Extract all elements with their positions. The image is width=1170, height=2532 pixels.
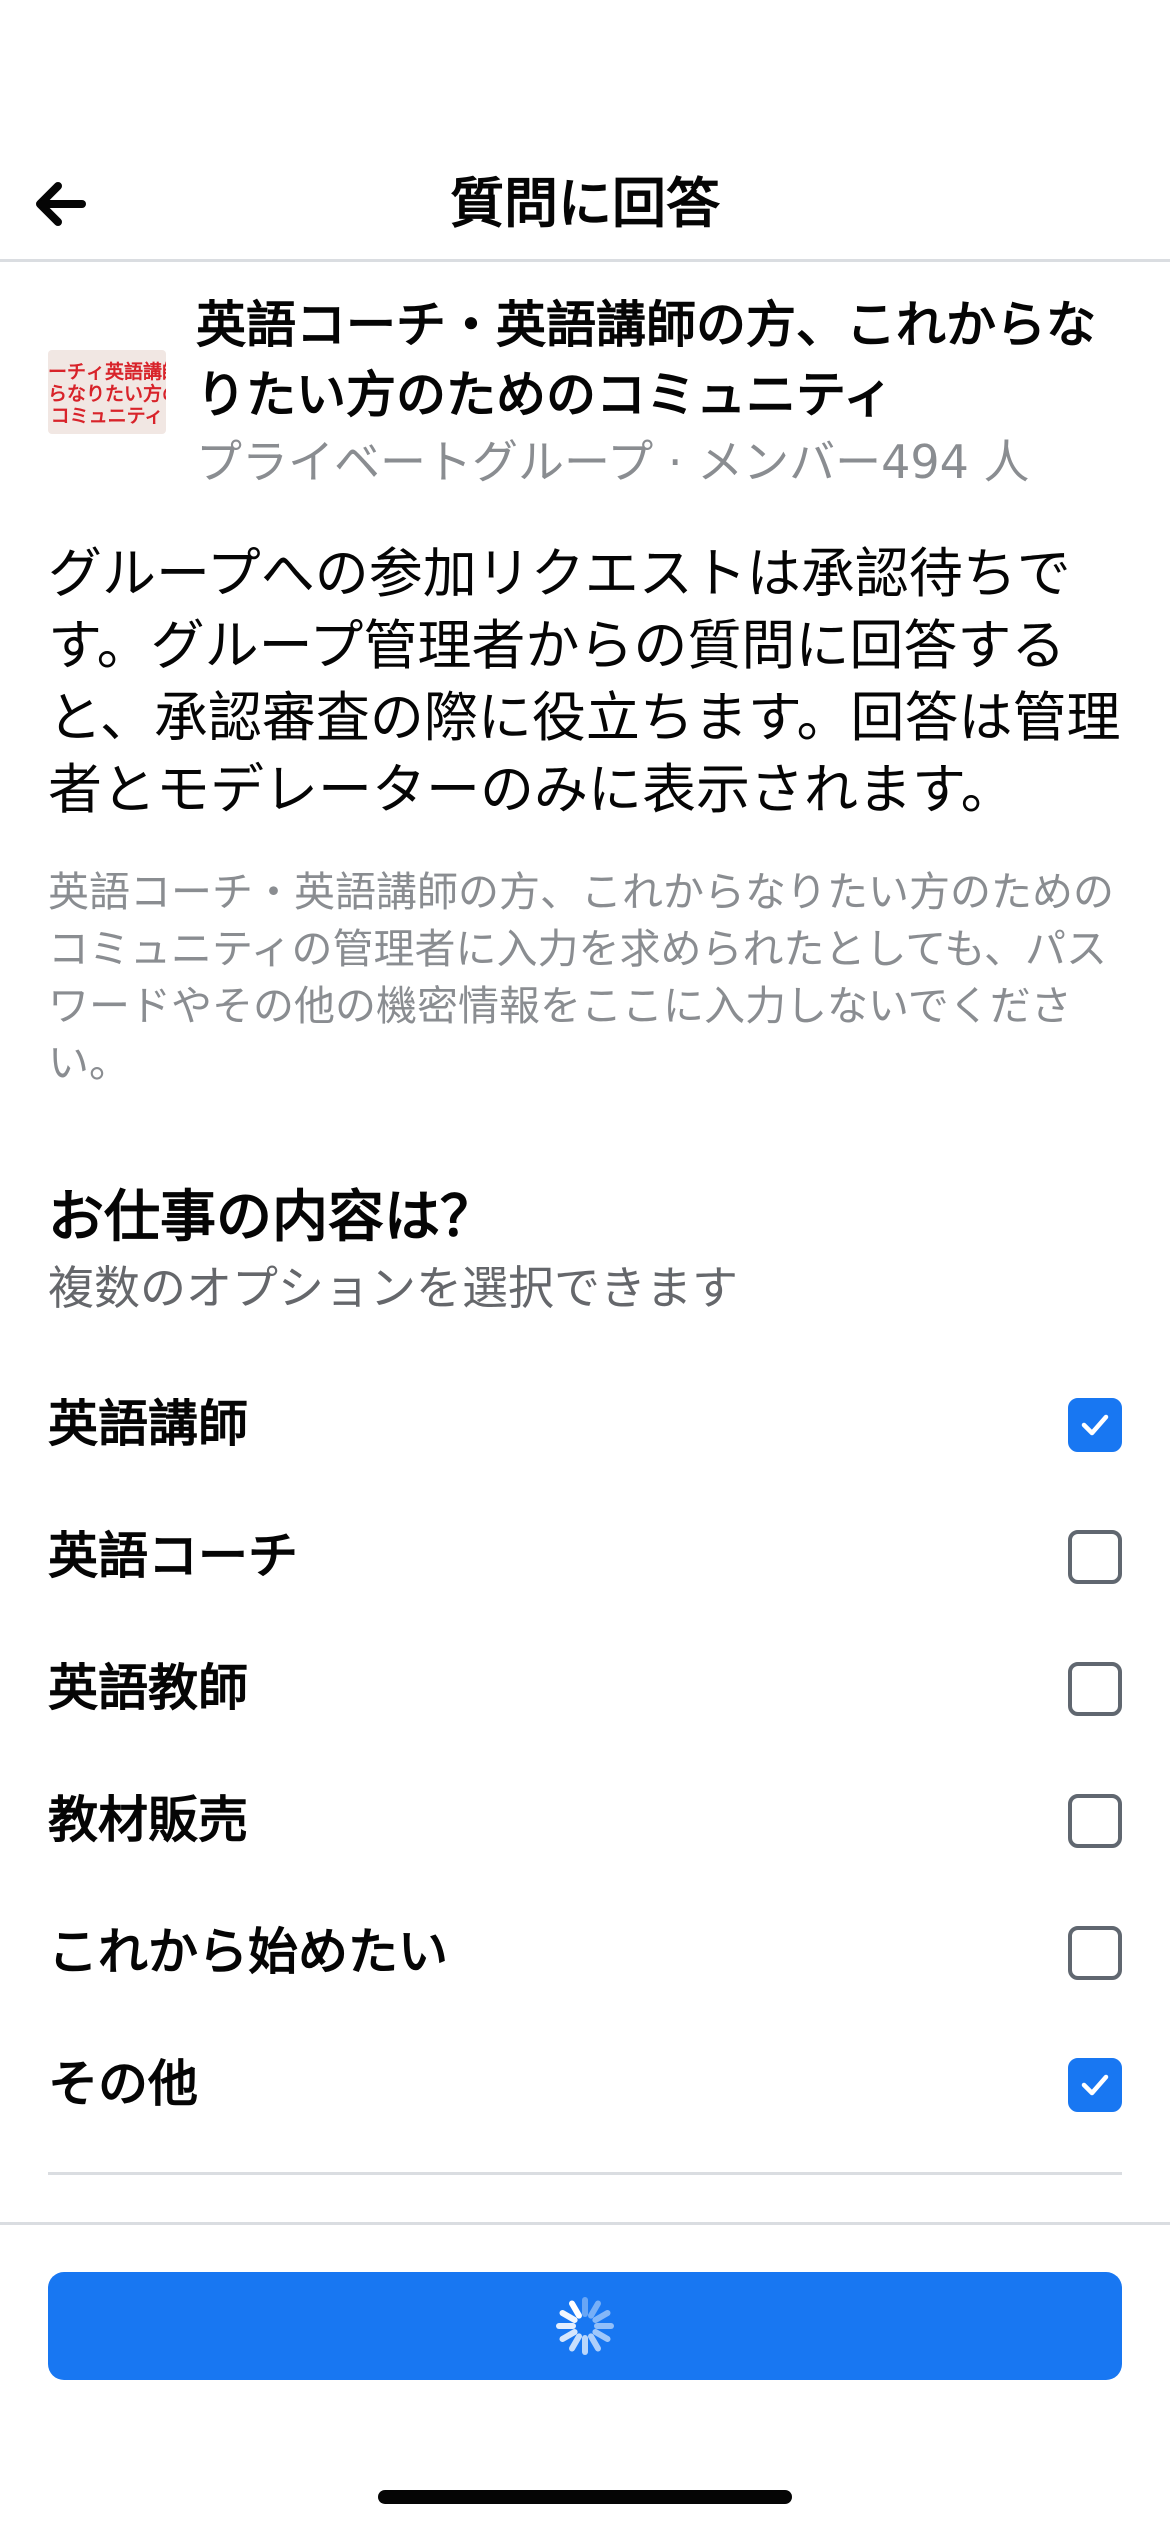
option-checkbox[interactable] bbox=[1068, 1926, 1122, 1980]
option-label: 英語教師 bbox=[48, 1659, 248, 1717]
checkmark-icon bbox=[1081, 1414, 1109, 1436]
home-indicator[interactable] bbox=[378, 2490, 792, 2504]
thumbnail-text-line: らなりたい方の bbox=[48, 383, 166, 405]
option-label: その他 bbox=[48, 2055, 198, 2113]
submit-button[interactable] bbox=[48, 2272, 1122, 2380]
status-bar bbox=[0, 0, 1170, 150]
question-subtitle: 複数のオプションを選択できます bbox=[48, 1261, 738, 1315]
option-row[interactable]: 英語講師 bbox=[48, 1358, 1122, 1490]
warning-text: 英語コーチ・英語講師の方、これからなりたい方のためのコミュニティの管理者に入力を… bbox=[48, 868, 1114, 1087]
option-row[interactable]: 英語コーチ bbox=[48, 1490, 1122, 1622]
option-row[interactable]: 英語教師 bbox=[48, 1622, 1122, 1754]
divider bbox=[48, 2172, 1122, 2175]
group-name[interactable]: 英語コーチ・英語講師の方、これからなりたい方のためのコミュニティ bbox=[196, 290, 1126, 430]
thumbnail-text-line: ーチィ英語講師 bbox=[48, 361, 166, 383]
intro-text: グループへの参加リクエストは承認待ちです。グループ管理者からの質問に回答すると、… bbox=[48, 542, 1121, 821]
page-title: 質問に回答 bbox=[450, 172, 720, 235]
checkmark-icon bbox=[1081, 2074, 1109, 2096]
option-label: これから始めたい bbox=[48, 1923, 448, 1981]
option-checkbox[interactable] bbox=[1068, 1662, 1122, 1716]
option-checkbox[interactable] bbox=[1068, 1398, 1122, 1452]
group-header: ーチィ英語講師 らなりたい方の コミュニティ 英語コーチ・英語講師の方、これから… bbox=[48, 290, 1122, 500]
option-row[interactable]: 教材販売 bbox=[48, 1754, 1122, 1886]
option-list: 英語講師英語コーチ英語教師教材販売これから始めたい その他 bbox=[48, 1358, 1122, 2150]
option-row[interactable]: これから始めたい bbox=[48, 1886, 1122, 2018]
option-label: 英語講師 bbox=[48, 1395, 248, 1453]
option-checkbox[interactable] bbox=[1068, 1794, 1122, 1848]
option-checkbox[interactable] bbox=[1068, 1530, 1122, 1584]
option-row[interactable]: その他 bbox=[48, 2018, 1122, 2150]
option-label: 英語コーチ bbox=[48, 1527, 298, 1585]
group-meta: プライベートグループ · メンバー494 人 bbox=[196, 435, 1030, 489]
nav-bar: 質問に回答 bbox=[0, 150, 1170, 262]
option-label: 教材販売 bbox=[48, 1791, 248, 1849]
question-title: お仕事の内容は？ bbox=[48, 1185, 496, 1250]
spinner-icon bbox=[556, 2297, 614, 2355]
option-checkbox[interactable] bbox=[1068, 2058, 1122, 2112]
thumbnail-text-line: コミュニティ bbox=[50, 405, 164, 427]
group-thumbnail[interactable]: ーチィ英語講師 らなりたい方の コミュニティ bbox=[48, 350, 166, 434]
divider bbox=[0, 2222, 1170, 2225]
